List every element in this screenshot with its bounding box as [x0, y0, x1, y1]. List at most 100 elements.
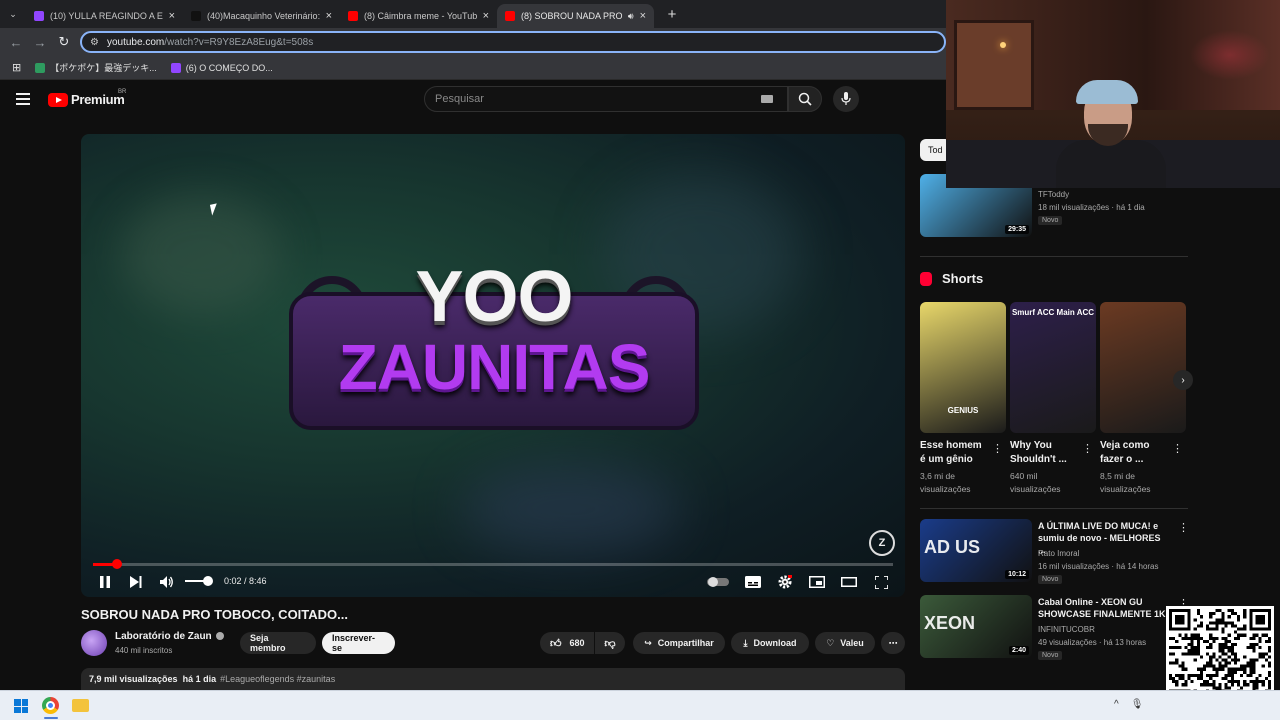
thumbs-up-icon: 👍︎ — [550, 637, 562, 650]
youtube-play-icon — [48, 92, 68, 107]
bookmark-item[interactable]: (6) O COMEÇO DO... — [170, 61, 273, 74]
channel-name[interactable]: Rato Imoral — [1038, 549, 1079, 558]
forward-icon[interactable]: → — [28, 35, 52, 50]
chevron-up-icon[interactable]: ^ — [1114, 699, 1119, 710]
short-item[interactable]: GENIUS Esse homem é um gênio 3,6 mi de vis… — [920, 302, 1006, 496]
apps-grid-icon[interactable]: ⊞ — [12, 61, 21, 74]
short-views: 640 mil visualizações — [1010, 471, 1061, 494]
microphone-tray-icon[interactable]: 🎙︎ — [1131, 699, 1144, 710]
video-title-card: YOO ZAUNITAS — [289, 257, 699, 430]
mute-button[interactable] — [159, 574, 175, 590]
channel-name[interactable]: Laboratório de Zaun — [115, 631, 224, 642]
short-views: 3,6 mi de visualizações — [920, 471, 971, 494]
settings-button[interactable] — [777, 574, 793, 590]
tab-title: (8) Câimbra meme - YouTube — [364, 11, 477, 21]
new-tab-button[interactable]: + — [662, 4, 682, 24]
speaker-icon[interactable]: 🔊︎ — [628, 11, 634, 22]
short-item[interactable]: Smurf ACC Main ACC Why You Shouldn't ... 6… — [1010, 302, 1096, 496]
pause-button[interactable] — [97, 574, 113, 590]
subscribe-button[interactable]: Inscrever-se — [322, 632, 395, 654]
chrome-icon[interactable] — [42, 697, 59, 714]
join-button[interactable]: Seja membro — [240, 632, 316, 654]
gear-icon — [778, 575, 792, 589]
microphone-icon — [841, 92, 851, 105]
thanks-button[interactable]: ♡ Valeu — [815, 632, 875, 654]
description-box[interactable]: 7,9 mil visualizações há 1 dia #Leagueofl… — [81, 668, 905, 690]
short-thumbnail[interactable] — [1100, 302, 1186, 433]
site-info-icon[interactable]: ⚙ — [90, 37, 99, 48]
hashtags[interactable]: #Leagueoflegends #zaunitas — [220, 674, 335, 684]
channel-name[interactable]: INFINITUCOBR — [1038, 625, 1095, 634]
short-thumbnail-text: GENIUS — [947, 406, 979, 415]
bookmark-item[interactable]: 【ポケポケ】最強デッキ... — [35, 61, 157, 74]
more-actions-button[interactable]: ⋯ — [881, 632, 905, 654]
share-button[interactable]: ↪ Compartilhar — [633, 632, 725, 654]
browser-tab[interactable]: (8) Câimbra meme - YouTube × — [340, 4, 497, 28]
next-button[interactable] — [128, 574, 144, 590]
search-button[interactable] — [788, 86, 822, 112]
url-input[interactable]: ⚙ youtube.com/watch?v=R9Y8EzA8Eug&t=508s — [80, 31, 946, 53]
close-tab-icon[interactable]: × — [483, 10, 489, 22]
menu-icon[interactable] — [16, 93, 30, 108]
short-views: 8,5 mi de visualizações — [1100, 471, 1151, 494]
subscriber-count: 440 mil inscritos — [115, 646, 173, 655]
channel-name[interactable]: TFToddy — [1038, 190, 1069, 199]
miniplayer-button[interactable] — [809, 574, 825, 590]
tab-favicon-icon — [505, 11, 515, 21]
voice-search-button[interactable] — [833, 86, 859, 112]
progress-bar[interactable] — [93, 559, 893, 569]
tab-search-icon[interactable]: ⌄ — [0, 0, 26, 28]
close-tab-icon[interactable]: × — [326, 10, 332, 22]
progress-scrubber[interactable] — [112, 559, 122, 569]
like-button[interactable]: 👍︎ 680 — [540, 632, 594, 654]
download-button[interactable]: ⤓ Download — [731, 632, 809, 654]
close-tab-icon[interactable]: × — [169, 10, 175, 22]
video-thumbnail[interactable]: XEON 2:40 — [920, 595, 1032, 658]
video-player[interactable]: YOO ZAUNITAS Z 0:02 / 8:46 — [81, 134, 905, 597]
url-text: youtube.com/watch?v=R9Y8EzA8Eug&t=508s — [106, 36, 314, 48]
video-thumbnail[interactable]: AD US 10:12 — [920, 519, 1032, 582]
browser-tab[interactable]: (40)Macaquinho Veterinário: A × — [183, 4, 340, 28]
subtitles-button[interactable] — [745, 574, 761, 590]
tab-title: (10) YULLA REAGINDO A ELA M — [50, 11, 163, 21]
next-icon — [130, 576, 142, 588]
fullscreen-button[interactable] — [873, 574, 889, 590]
windows-start-icon[interactable] — [14, 699, 28, 713]
close-tab-icon[interactable]: × — [640, 10, 646, 22]
channel-avatar[interactable] — [81, 630, 107, 656]
theater-mode-button[interactable] — [841, 574, 857, 590]
channel-watermark[interactable]: Z — [869, 530, 895, 556]
video-duration: 29:35 — [1005, 225, 1029, 234]
browser-tab[interactable]: (10) YULLA REAGINDO A ELA M × — [26, 4, 183, 28]
short-title: Esse homem é um gênio — [920, 440, 982, 465]
volume-knob[interactable] — [202, 576, 213, 586]
recommended-video[interactable]: XEON 2:40 Cabal Online - XEON GU SHOWCASE … — [920, 595, 1189, 660]
shorts-heading: Shorts — [920, 271, 983, 286]
short-thumbnail[interactable]: GENIUS — [920, 302, 1006, 433]
keyboard-icon[interactable] — [761, 95, 773, 103]
reload-icon[interactable]: ↻ — [52, 34, 76, 50]
more-options-icon[interactable]: ⋮ — [992, 442, 1003, 455]
file-explorer-icon[interactable] — [72, 699, 89, 712]
search-input[interactable]: Pesquisar — [424, 86, 788, 112]
dislike-button[interactable]: 👎︎ — [595, 632, 625, 654]
short-thumbnail-text: Smurf ACC Main ACC — [1011, 308, 1095, 317]
browser-tab[interactable]: (8) SOBROU NADA PRO TO 🔊︎ × — [497, 4, 654, 28]
windows-taskbar: ^ 🎙︎ — [0, 690, 1280, 720]
youtube-logo[interactable]: Premium BR — [48, 89, 126, 107]
short-item[interactable]: Veja como fazer o ... 8,5 mi de visualiza… — [1100, 302, 1186, 496]
shorts-next-button[interactable]: › — [1173, 370, 1193, 390]
short-title: Why You Shouldn't ... — [1010, 440, 1067, 465]
volume-slider[interactable] — [185, 576, 213, 586]
short-thumbnail[interactable]: Smurf ACC Main ACC — [1010, 302, 1096, 433]
autoplay-toggle[interactable] — [707, 574, 729, 590]
recommended-video[interactable]: AD US 10:12 A ÚLTIMA LIVE DO MUCA! e sumiu… — [920, 519, 1189, 584]
back-icon[interactable]: ← — [4, 35, 28, 50]
thanks-icon: ♡ — [826, 637, 835, 648]
more-options-icon[interactable]: ⋮ — [1172, 442, 1183, 455]
more-options-icon[interactable]: ⋮ — [1178, 521, 1189, 534]
divider — [920, 508, 1188, 509]
streamer — [1056, 80, 1166, 188]
more-options-icon[interactable]: ⋮ — [1082, 442, 1093, 455]
overlay-line-2: ZAUNITAS — [338, 331, 651, 403]
